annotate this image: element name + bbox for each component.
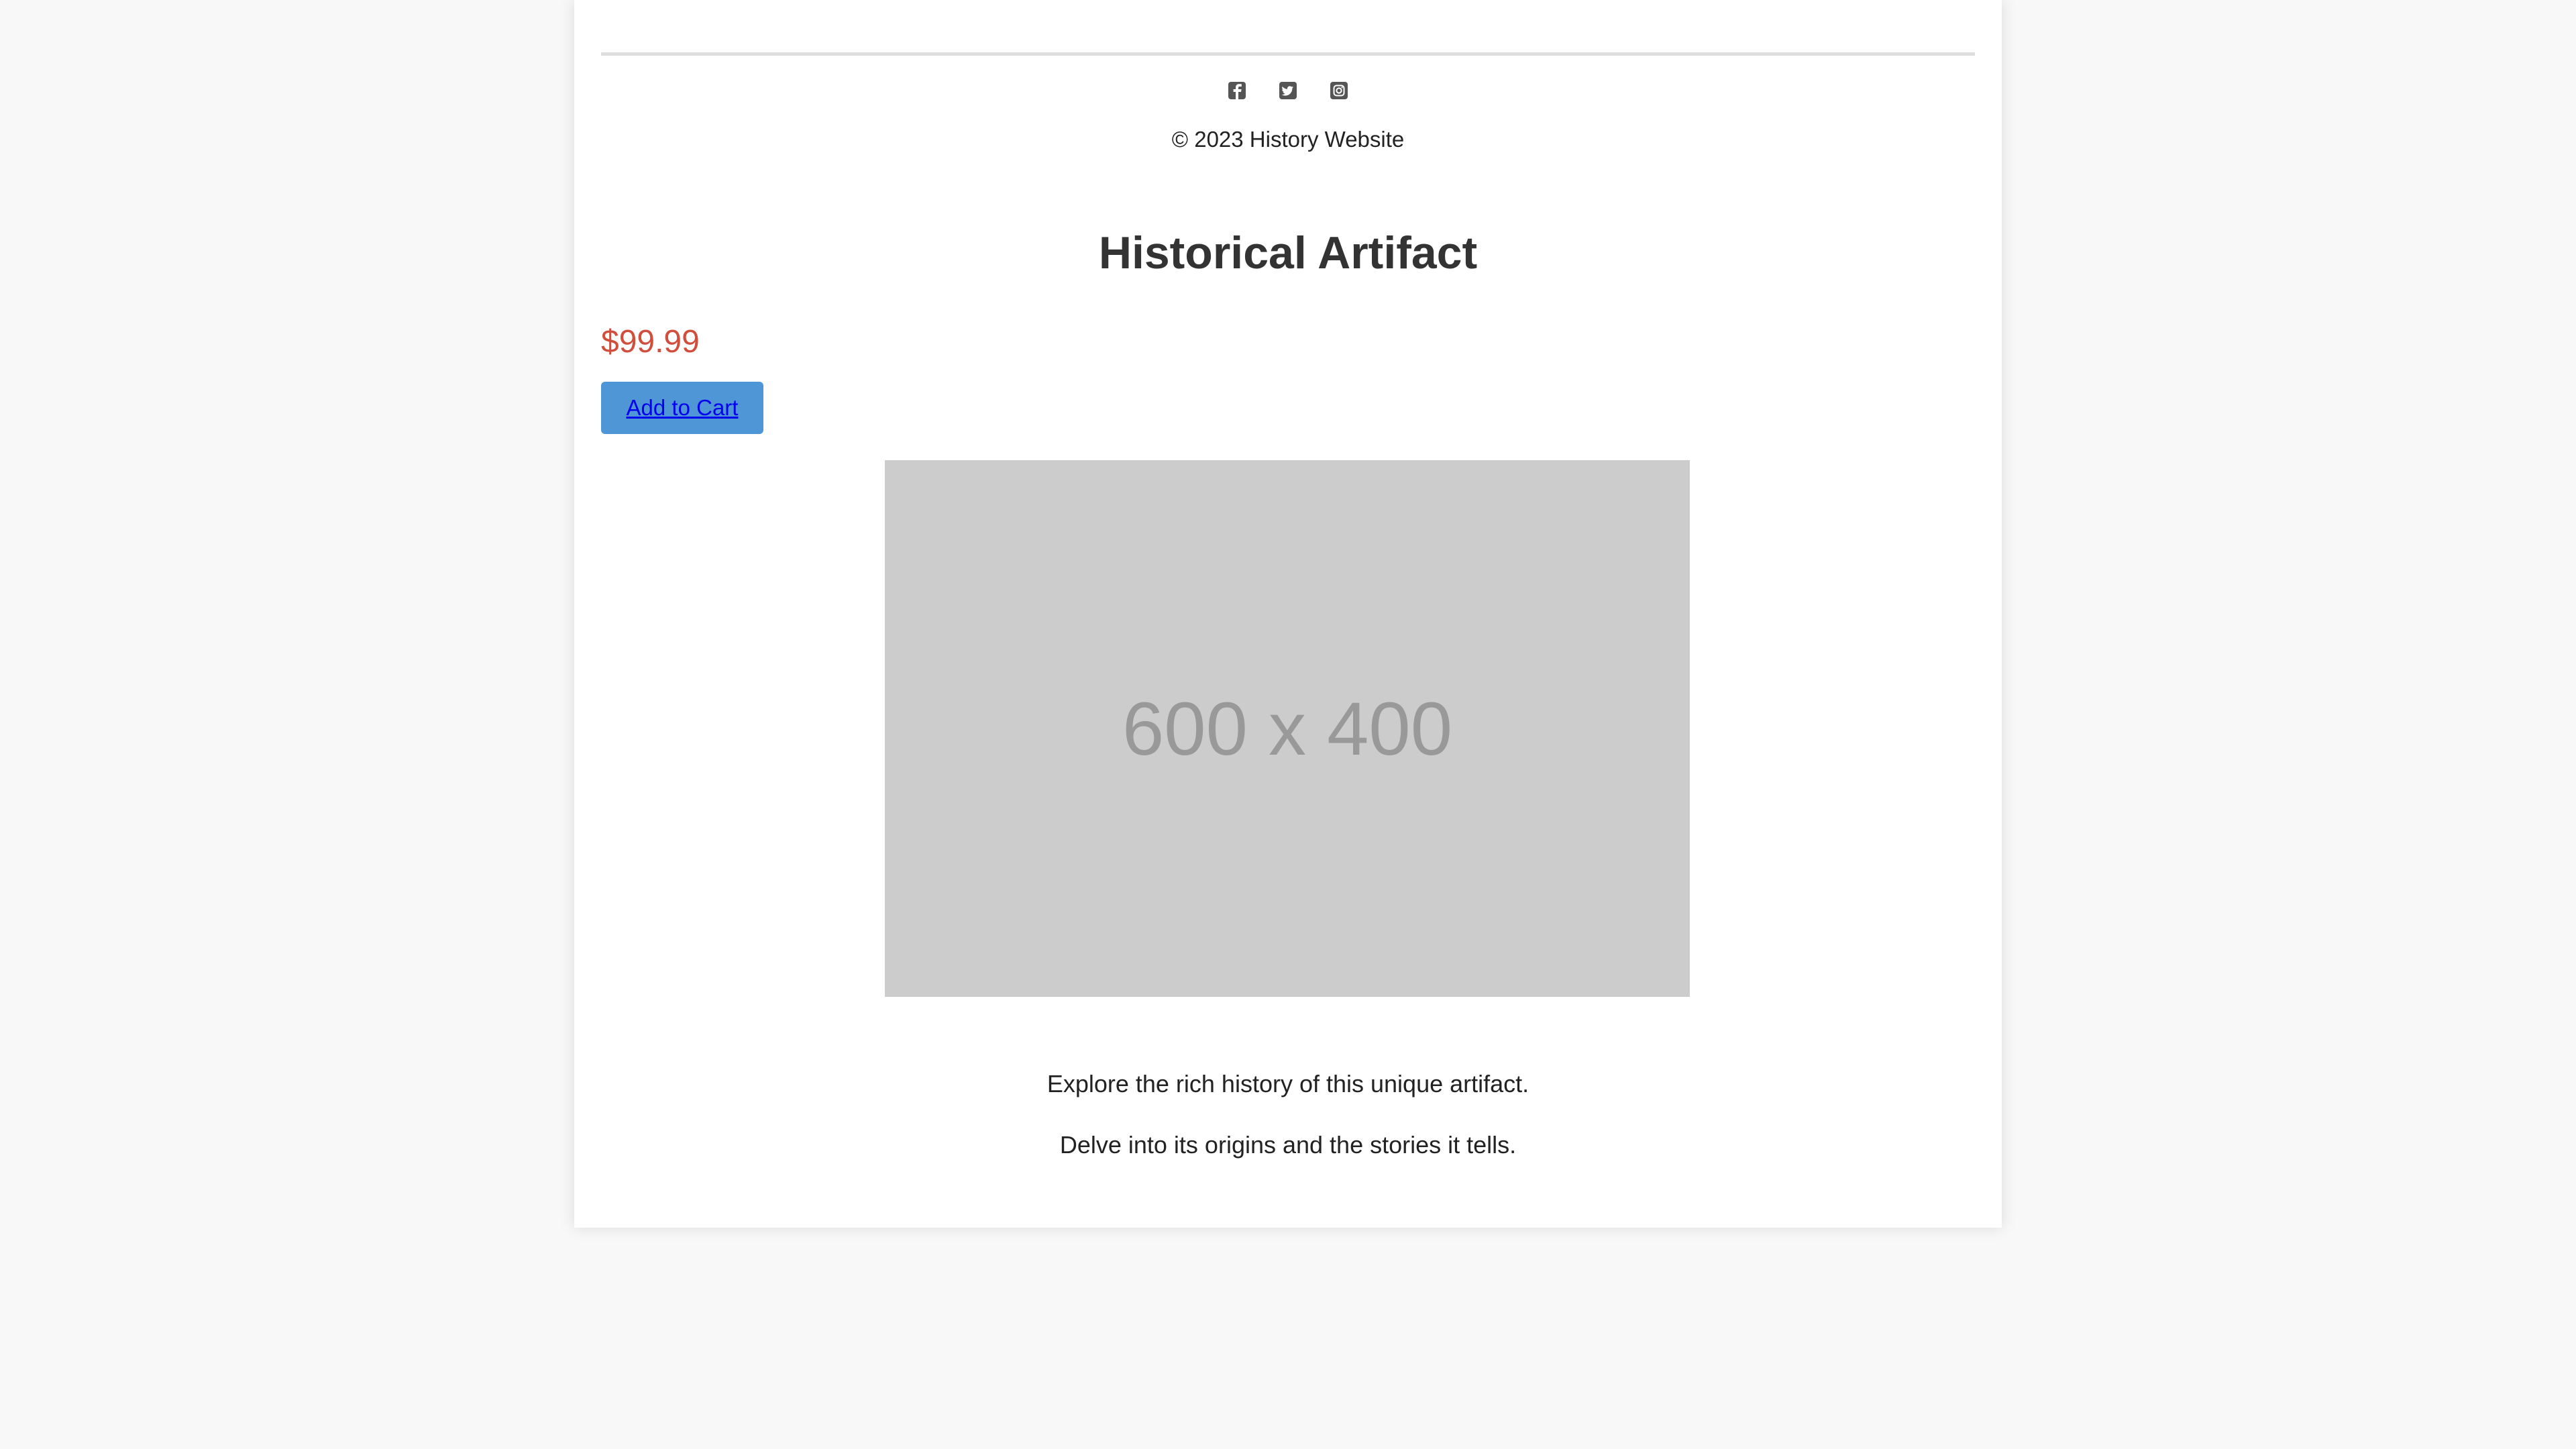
- add-to-cart-label: Add to Cart: [626, 395, 739, 420]
- social-links: [574, 80, 2002, 107]
- footer-divider: [601, 52, 1975, 56]
- product-price: $99.99: [601, 324, 700, 360]
- image-placeholder-label: 600 x 400: [1122, 686, 1452, 771]
- instagram-icon[interactable]: [1329, 80, 1349, 101]
- page-container: © 2023 History Website Historical Artifa…: [574, 0, 2002, 1228]
- product-title: Historical Artifact: [1098, 227, 1478, 278]
- twitter-icon[interactable]: [1278, 80, 1298, 101]
- product-description-line: Explore the rich history of this unique …: [1046, 1070, 1529, 1097]
- add-to-cart-button[interactable]: Add to Cart: [601, 382, 763, 434]
- facebook-icon[interactable]: [1227, 80, 1247, 101]
- product-description-line: Delve into its origins and the stories i…: [1059, 1131, 1517, 1159]
- product-image-placeholder: 600 x 400: [885, 460, 1690, 997]
- copyright-text: © 2023 History Website: [1171, 127, 1405, 152]
